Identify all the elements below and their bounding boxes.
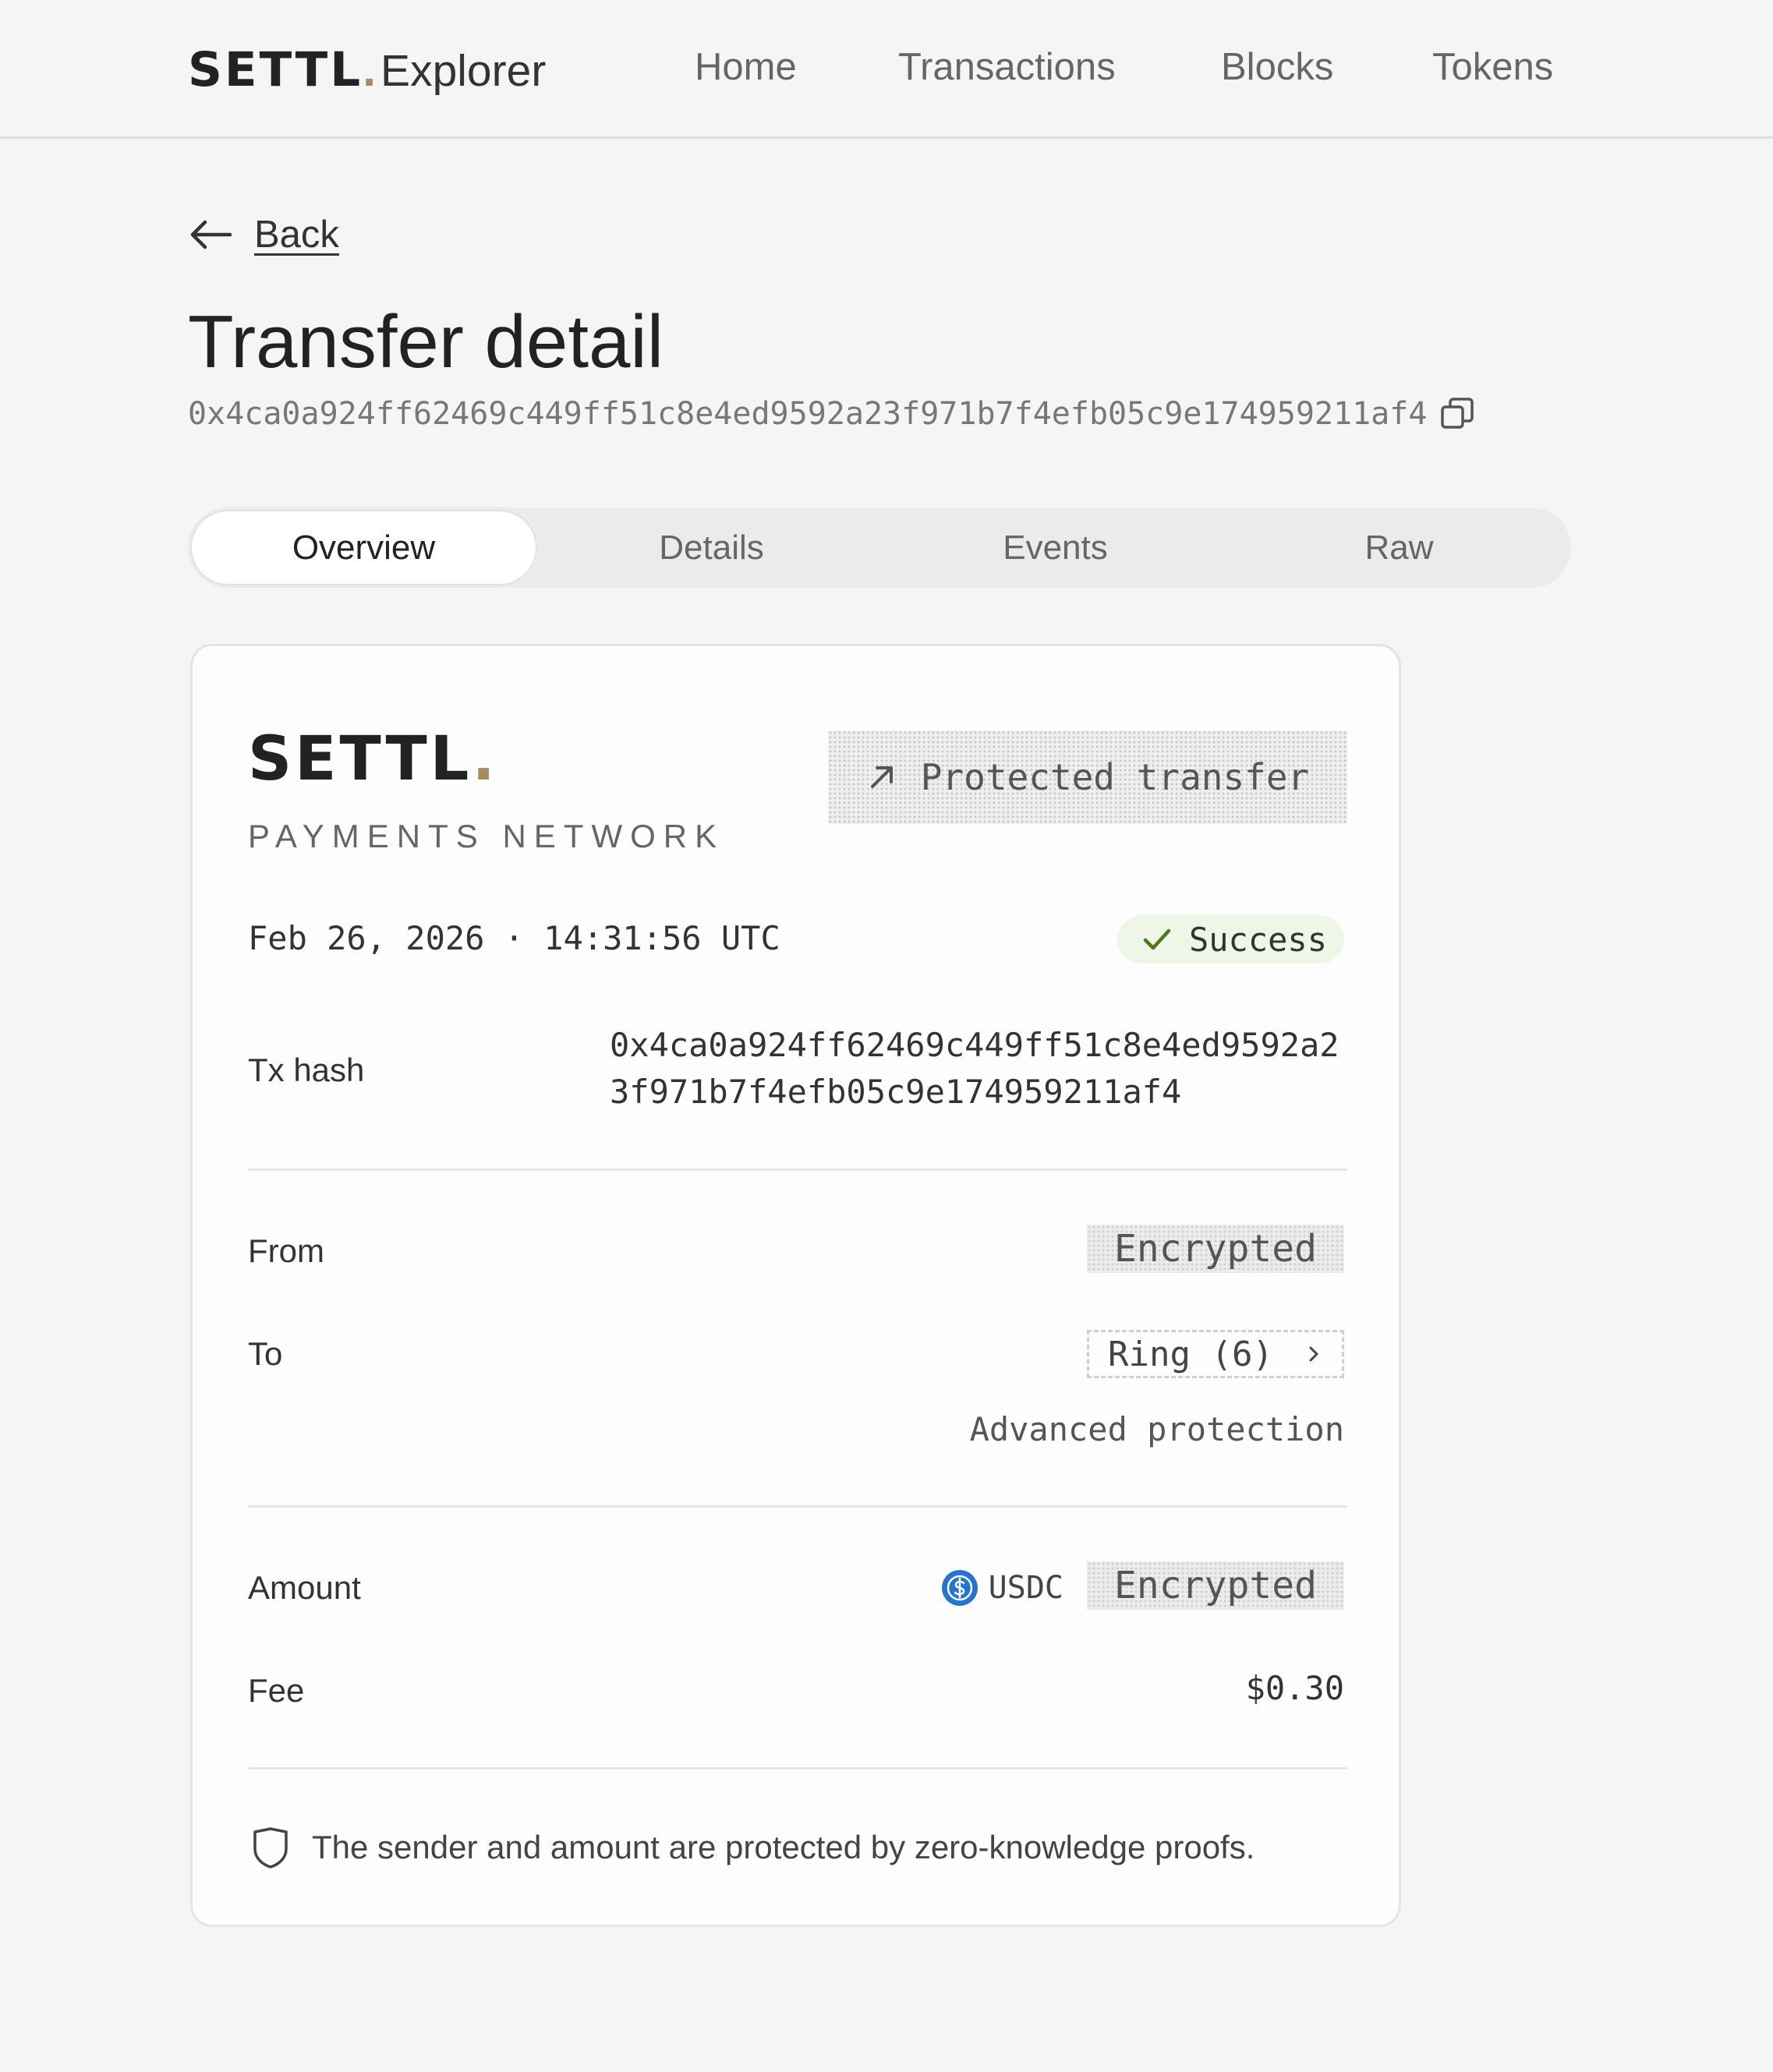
usdc-icon bbox=[941, 1570, 978, 1606]
page-title: Transfer detail bbox=[188, 300, 664, 384]
protected-transfer-badge: Protected transfer bbox=[828, 730, 1347, 824]
back-label: Back bbox=[254, 214, 339, 256]
card-logo: SETTL. bbox=[248, 724, 495, 794]
divider bbox=[248, 1767, 1347, 1770]
divider bbox=[248, 1169, 1347, 1171]
card-tagline: PAYMENTS NETWORK bbox=[248, 818, 725, 854]
protected-transfer-label: Protected transfer bbox=[920, 756, 1310, 798]
nav-blocks[interactable]: Blocks bbox=[1221, 45, 1333, 89]
brand-dot: . bbox=[363, 43, 377, 96]
tab-overview[interactable]: Overview bbox=[190, 510, 537, 585]
tab-bar: Overview Details Events Raw bbox=[188, 507, 1571, 588]
ring-label: Ring (6) bbox=[1108, 1334, 1273, 1374]
transaction-hash-header: 0x4ca0a924ff62469c449ff51c8e4ed9592a23f9… bbox=[188, 396, 1475, 432]
advanced-protection-note: Advanced protection bbox=[969, 1410, 1344, 1448]
brand-name: SETTL bbox=[188, 42, 363, 97]
fee-label: Fee bbox=[248, 1672, 305, 1709]
ring-button[interactable]: Ring (6) bbox=[1087, 1330, 1344, 1378]
chevron-right-icon bbox=[1309, 1346, 1318, 1362]
tab-raw[interactable]: Raw bbox=[1227, 507, 1571, 588]
divider bbox=[248, 1505, 1347, 1508]
shield-icon bbox=[253, 1827, 288, 1869]
arrow-up-right-icon bbox=[870, 766, 893, 788]
token-symbol: USDC bbox=[988, 1570, 1063, 1606]
privacy-footnote: The sender and amount are protected by z… bbox=[251, 1826, 1255, 1869]
from-encrypted-value: Encrypted bbox=[1087, 1225, 1344, 1273]
nav-tokens[interactable]: Tokens bbox=[1432, 45, 1553, 89]
tab-details[interactable]: Details bbox=[540, 507, 883, 588]
from-label: From bbox=[248, 1232, 324, 1269]
nav-transactions[interactable]: Transactions bbox=[898, 45, 1116, 89]
brand-subtitle: Explorer bbox=[380, 46, 547, 96]
footnote-text: The sender and amount are protected by z… bbox=[312, 1829, 1255, 1865]
copy-icon[interactable] bbox=[1439, 396, 1475, 432]
arrow-left-icon bbox=[190, 220, 232, 249]
amount-label: Amount bbox=[248, 1569, 361, 1606]
transaction-datetime: Feb 26, 2026 · 14:31:56 UTC bbox=[248, 919, 780, 957]
to-label: To bbox=[248, 1335, 283, 1372]
fee-value: $0.30 bbox=[1245, 1669, 1344, 1707]
transaction-hash: 0x4ca0a924ff62469c449ff51c8e4ed9592a23f9… bbox=[188, 396, 1428, 432]
transfer-card: SETTL. PAYMENTS NETWORK Protected transf… bbox=[190, 644, 1401, 1927]
status-badge: Success bbox=[1117, 915, 1344, 964]
card-logo-name: SETTL bbox=[248, 724, 472, 794]
back-link[interactable]: Back bbox=[188, 207, 339, 262]
card-logo-dot: . bbox=[472, 724, 496, 794]
tx-hash-label: Tx hash bbox=[248, 1052, 365, 1088]
check-icon bbox=[1143, 928, 1171, 950]
top-navigation-bar: SETTL. Explorer Home Transactions Blocks … bbox=[0, 0, 1773, 139]
nav-home[interactable]: Home bbox=[695, 45, 797, 89]
tab-events[interactable]: Events bbox=[883, 507, 1227, 588]
tx-hash-value[interactable]: 0x4ca0a924ff62469c449ff51c8e4ed9592a23f9… bbox=[610, 1022, 1350, 1116]
token-usdc: USDC bbox=[940, 1568, 1063, 1607]
amount-encrypted-value: Encrypted bbox=[1087, 1561, 1344, 1610]
status-label: Success bbox=[1188, 920, 1327, 959]
brand-logo[interactable]: SETTL. Explorer bbox=[188, 42, 546, 97]
